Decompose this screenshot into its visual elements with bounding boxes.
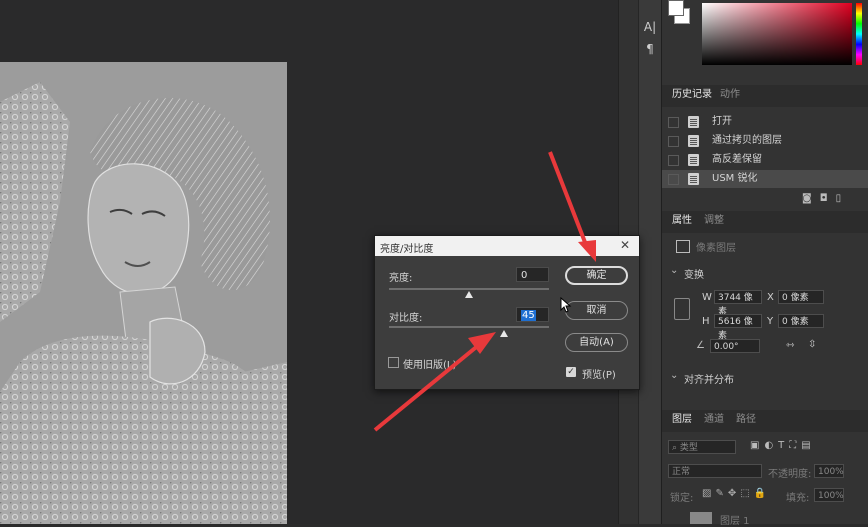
brightness-contrast-dialog: 亮度/对比度 ✕ 亮度: 0 对比度: 45 使用旧版(L) 确定 取消 自动(… [374,235,640,390]
dialog-titlebar[interactable]: 亮度/对比度 ✕ [375,236,639,256]
fill-label: 填充: [786,493,810,504]
height-field[interactable]: 5616 像素 [714,314,762,341]
opacity-label: 不透明度: [768,469,812,480]
w-label: W [702,292,712,303]
snapshot-icon[interactable]: ◙ [802,193,820,204]
fill-field[interactable]: 100% [814,488,844,502]
history-item-selected[interactable]: USM 锐化 [662,170,868,188]
document-icon [688,154,699,166]
flip-vertical-icon[interactable]: ⇳ [808,339,816,350]
layer-filter-icons[interactable]: ▣◐T⛶▤ [750,440,816,451]
right-panel: 历史记录 动作 打开 通过拷贝的图层 高反差保留 USM 锐化 ◙◘▯ 属性 调… [661,0,868,527]
history-tabbar: 历史记录 动作 [662,85,868,107]
layer-type-label: 像素图层 [696,243,736,254]
history-checkbox[interactable] [668,117,679,128]
auto-button[interactable]: 自动(A) [565,333,628,352]
angle-field[interactable]: 0.00° [710,339,760,353]
character-panel-icon[interactable]: A| [643,20,657,34]
x-label: X [767,292,774,303]
preview-label: 预览(P) [582,370,616,381]
y-field[interactable]: 0 像素 [778,314,824,328]
tab-paths[interactable]: 路径 [730,410,762,430]
layer-filter-label: 类型 [679,443,698,453]
flip-horizontal-icon[interactable]: ⇿ [786,340,794,351]
history-item[interactable]: 通过拷贝的图层 [662,132,868,150]
contrast-slider-thumb[interactable] [500,330,509,337]
layer-thumbnail[interactable] [690,512,712,524]
tab-history[interactable]: 历史记录 [666,85,718,105]
chevron-down-icon[interactable]: ⌄ [670,370,678,381]
cancel-button[interactable]: 取消 [565,301,628,320]
properties-tabbar: 属性 调整 [662,211,868,233]
history-checkbox[interactable] [668,155,679,166]
x-field[interactable]: 0 像素 [778,290,824,304]
tab-properties[interactable]: 属性 [666,211,698,231]
history-checkbox[interactable] [668,174,679,185]
h-label: H [702,316,710,327]
hue-slider[interactable] [856,3,862,65]
contrast-value-selected: 45 [521,310,536,321]
contrast-slider-track[interactable] [389,326,549,328]
document-icon [688,116,699,128]
legacy-label: 使用旧版(L) [403,360,457,371]
history-item[interactable]: 高反差保留 [662,151,868,169]
history-checkbox[interactable] [668,136,679,147]
lock-icons[interactable]: ▨✎✥⬚🔒 [702,488,770,499]
panel-icon-column: A| ¶ [638,0,661,524]
document-icon [688,173,699,185]
close-icon[interactable]: ✕ [620,238,630,252]
history-item-label: USM 锐化 [712,173,758,184]
history-item-label: 通过拷贝的图层 [712,135,782,146]
blend-mode-dropdown[interactable]: 正常 [668,464,762,478]
foreground-color-swatch[interactable] [668,0,684,16]
contrast-input[interactable]: 45 [516,307,549,322]
tab-actions[interactable]: 动作 [714,85,746,105]
paragraph-panel-icon[interactable]: ¶ [643,42,657,56]
transform-header: 变换 [684,270,704,281]
history-footer-icons: ◙◘▯ [802,193,862,205]
align-distribute-header: 对齐并分布 [684,375,734,386]
portrait-image [0,62,287,524]
history-list: 打开 通过拷贝的图层 高反差保留 USM 锐化 [662,107,868,189]
search-icon: ⌕ [672,443,680,453]
tab-channels[interactable]: 通道 [698,410,730,430]
color-field[interactable] [702,3,852,65]
opacity-field[interactable]: 100% [814,464,844,478]
dialog-title: 亮度/对比度 [380,244,434,255]
canvas-image[interactable] [0,62,287,524]
trash-icon[interactable]: ▯ [836,193,850,204]
camera-icon[interactable]: ◘ [820,193,836,204]
ok-button[interactable]: 确定 [565,266,628,285]
link-icon[interactable] [674,298,690,320]
layer-name[interactable]: 图层 1 [720,512,750,527]
layers-tabbar: 图层 通道 路径 [662,410,868,432]
lock-label: 锁定: [670,493,694,504]
y-label: Y [767,316,774,327]
brightness-input[interactable]: 0 [516,267,549,282]
preview-checkbox[interactable]: ✓ [566,367,576,377]
brightness-label: 亮度: [389,273,413,284]
layer-filter-dropdown[interactable]: ⌕ 类型 [668,440,736,454]
angle-icon: ∠ [696,340,705,351]
pixel-layer-icon [676,240,690,253]
width-field[interactable]: 3744 像素 [714,290,762,317]
history-item[interactable]: 打开 [662,113,868,131]
color-panel [662,0,868,82]
contrast-label: 对比度: [389,313,423,324]
tab-layers[interactable]: 图层 [666,410,698,430]
history-item-label: 高反差保留 [712,154,762,165]
brightness-slider-thumb[interactable] [465,291,473,298]
document-icon [688,135,699,147]
legacy-checkbox[interactable] [388,357,399,368]
chevron-down-icon[interactable]: ⌄ [670,265,678,276]
brightness-slider-track[interactable] [389,288,549,290]
tab-adjustments[interactable]: 调整 [698,211,730,231]
history-item-label: 打开 [712,116,732,127]
